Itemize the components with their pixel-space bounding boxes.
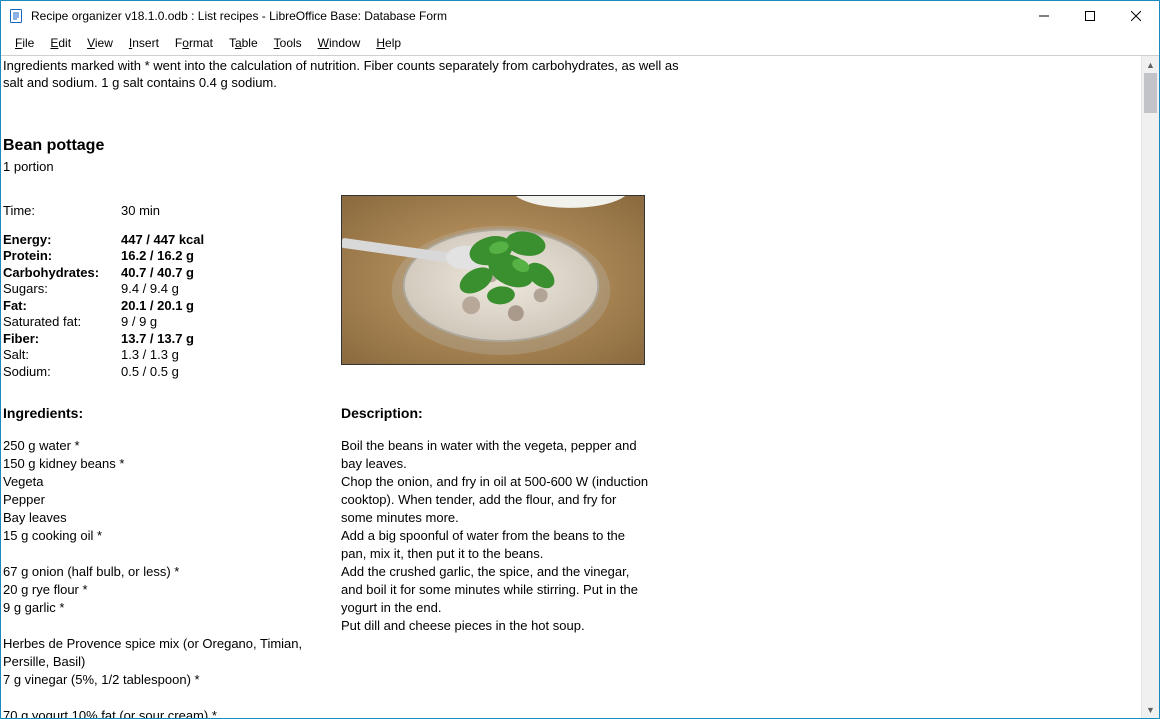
ingredient-line: 67 g onion (half bulb, or less) * [3, 563, 341, 581]
nutrition-value: 447 / 447 kcal [121, 232, 204, 249]
ingredient-line: 15 g cooking oil * [3, 527, 341, 545]
menu-label: nsert [132, 36, 159, 50]
menu-window[interactable]: Window [310, 34, 369, 52]
ingredient-line: 9 g garlic * [3, 599, 341, 617]
nutrition-value: 13.7 / 13.7 g [121, 331, 194, 348]
nutrition-row: Sugars:9.4 / 9.4 g [3, 281, 341, 298]
nutrition-value: 1.3 / 1.3 g [121, 347, 179, 364]
menu-label: iew [95, 36, 113, 50]
menu-help[interactable]: Help [368, 34, 409, 52]
recipe-portion: 1 portion [1, 159, 1141, 176]
menu-label: rmat [189, 36, 213, 50]
ingredient-line [3, 617, 341, 635]
nutrition-label: Carbohydrates: [3, 265, 121, 282]
ingredient-line: 250 g water * [3, 437, 341, 455]
menu-file[interactable]: File [7, 34, 42, 52]
ingredient-line: Pepper [3, 491, 341, 509]
nutrition-row: Fiber:13.7 / 13.7 g [3, 331, 341, 348]
ingredient-line [3, 545, 341, 563]
ingredients-heading: Ingredients: [3, 404, 341, 422]
nutrition-row: Energy:447 / 447 kcal [3, 232, 341, 249]
vertical-scrollbar[interactable]: ▲ ▼ [1141, 56, 1159, 718]
nutrition-label: Protein: [3, 248, 121, 265]
app-icon [9, 8, 25, 24]
window-controls [1021, 1, 1159, 31]
nutrition-label: Fat: [3, 298, 121, 315]
scroll-up-arrow[interactable]: ▲ [1142, 56, 1159, 73]
ingredient-line: Herbes de Provence spice mix (or Oregano… [3, 635, 341, 671]
menu-tools[interactable]: Tools [266, 34, 310, 52]
maximize-button[interactable] [1067, 1, 1113, 31]
window-title: Recipe organizer v18.1.0.odb : List reci… [31, 9, 1021, 23]
nutrition-row: Fat:20.1 / 20.1 g [3, 298, 341, 315]
ingredient-line: 70 g yogurt 10% fat (or sour cream) * [3, 707, 341, 718]
description-text: Boil the beans in water with the vegeta,… [341, 437, 651, 635]
scroll-thumb[interactable] [1144, 73, 1157, 113]
menu-label: elp [385, 36, 401, 50]
menu-edit[interactable]: Edit [42, 34, 79, 52]
nutrition-value: 9.4 / 9.4 g [121, 281, 179, 298]
menu-format[interactable]: Format [167, 34, 221, 52]
menu-insert[interactable]: Insert [121, 34, 167, 52]
nutrition-row: Salt:1.3 / 1.3 g [3, 347, 341, 364]
nutrition-table: Time: 30 min Energy:447 / 447 kcalProtei… [3, 203, 341, 380]
nutrition-label: Salt: [3, 347, 121, 364]
menu-label: dit [58, 36, 71, 50]
ingredient-line: 20 g rye flour * [3, 581, 341, 599]
menu-table[interactable]: Table [221, 34, 266, 52]
nutrition-label: Fiber: [3, 331, 121, 348]
nutrition-value: 20.1 / 20.1 g [121, 298, 194, 315]
scroll-down-arrow[interactable]: ▼ [1142, 701, 1159, 718]
note-text: Ingredients marked with * went into the … [1, 56, 1141, 92]
nutrition-value: 40.7 / 40.7 g [121, 265, 194, 282]
content-wrapper: Ingredients marked with * went into the … [1, 56, 1159, 718]
titlebar: Recipe organizer v18.1.0.odb : List reci… [1, 1, 1159, 31]
description-heading: Description: [341, 404, 651, 422]
time-label: Time: [3, 203, 121, 220]
note-line: salt and sodium. 1 g salt contains 0.4 g… [3, 75, 1139, 92]
description-paragraph: Add the crushed garlic, the spice, and t… [341, 563, 651, 617]
description-paragraph: Chop the onion, and fry in oil at 500-60… [341, 473, 651, 527]
menu-label: ble [242, 36, 258, 50]
time-value: 30 min [121, 203, 160, 220]
recipe-photo [341, 195, 645, 365]
nutrition-row: Protein:16.2 / 16.2 g [3, 248, 341, 265]
ingredients-list: 250 g water *150 g kidney beans *VegetaP… [3, 437, 341, 718]
nutrition-value: 0.5 / 0.5 g [121, 364, 179, 381]
description-paragraph: Add a big spoonful of water from the bea… [341, 527, 651, 563]
menu-label: indow [329, 36, 360, 50]
menubar: File Edit View Insert Format Table Tools… [1, 31, 1159, 56]
ingredient-line: 150 g kidney beans * [3, 455, 341, 473]
nutrition-row: Sodium:0.5 / 0.5 g [3, 364, 341, 381]
nutrition-label: Energy: [3, 232, 121, 249]
nutrition-row: Carbohydrates:40.7 / 40.7 g [3, 265, 341, 282]
description-paragraph: Boil the beans in water with the vegeta,… [341, 437, 651, 473]
note-line: Ingredients marked with * went into the … [3, 58, 1139, 75]
nutrition-label: Sodium: [3, 364, 121, 381]
ingredient-line: 7 g vinegar (5%, 1/2 tablespoon) * [3, 671, 341, 689]
ingredient-line [3, 689, 341, 707]
nutrition-label: Saturated fat: [3, 314, 121, 331]
menu-label: ools [280, 36, 302, 50]
nutrition-row: Saturated fat:9 / 9 g [3, 314, 341, 331]
menu-view[interactable]: View [79, 34, 121, 52]
nutrition-value: 9 / 9 g [121, 314, 157, 331]
close-button[interactable] [1113, 1, 1159, 31]
ingredient-line: Vegeta [3, 473, 341, 491]
description-paragraph: Put dill and cheese pieces in the hot so… [341, 617, 651, 635]
ingredient-line: Bay leaves [3, 509, 341, 527]
recipe-title: Bean pottage [1, 136, 1141, 157]
menu-label: ile [22, 36, 34, 50]
nutrition-label: Sugars: [3, 281, 121, 298]
document-view[interactable]: Ingredients marked with * went into the … [1, 56, 1141, 718]
app-window: Recipe organizer v18.1.0.odb : List reci… [0, 0, 1160, 719]
minimize-button[interactable] [1021, 1, 1067, 31]
nutrition-value: 16.2 / 16.2 g [121, 248, 194, 265]
